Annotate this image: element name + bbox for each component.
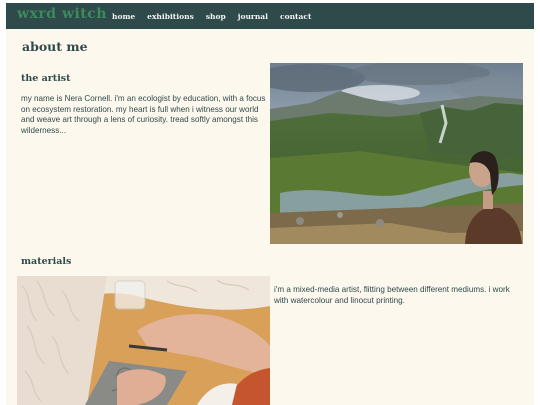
top-nav: wxrd witch home exhibitions shop journal… (6, 3, 534, 29)
page: wxrd witch home exhibitions shop journal… (6, 3, 534, 405)
nav-exhibitions-link[interactable]: exhibitions (147, 12, 194, 21)
page-title: about me (22, 39, 88, 54)
nav-menu: home exhibitions shop journal contact (112, 3, 323, 29)
artist-heading: the artist (21, 73, 71, 84)
artist-photo (270, 63, 523, 244)
materials-text: i'm a mixed-media artist, flitting betwe… (274, 285, 510, 305)
nav-home-link[interactable]: home (112, 12, 135, 21)
nav-contact-link[interactable]: contact (280, 12, 311, 21)
nav-journal-link[interactable]: journal (238, 12, 268, 21)
materials-heading: materials (21, 256, 72, 267)
site-logo[interactable]: wxrd witch (17, 6, 107, 22)
materials-photo (17, 276, 270, 405)
artist-text: my name is Nera Cornell. i'm an ecologis… (21, 94, 266, 135)
nav-shop-link[interactable]: shop (206, 12, 226, 21)
